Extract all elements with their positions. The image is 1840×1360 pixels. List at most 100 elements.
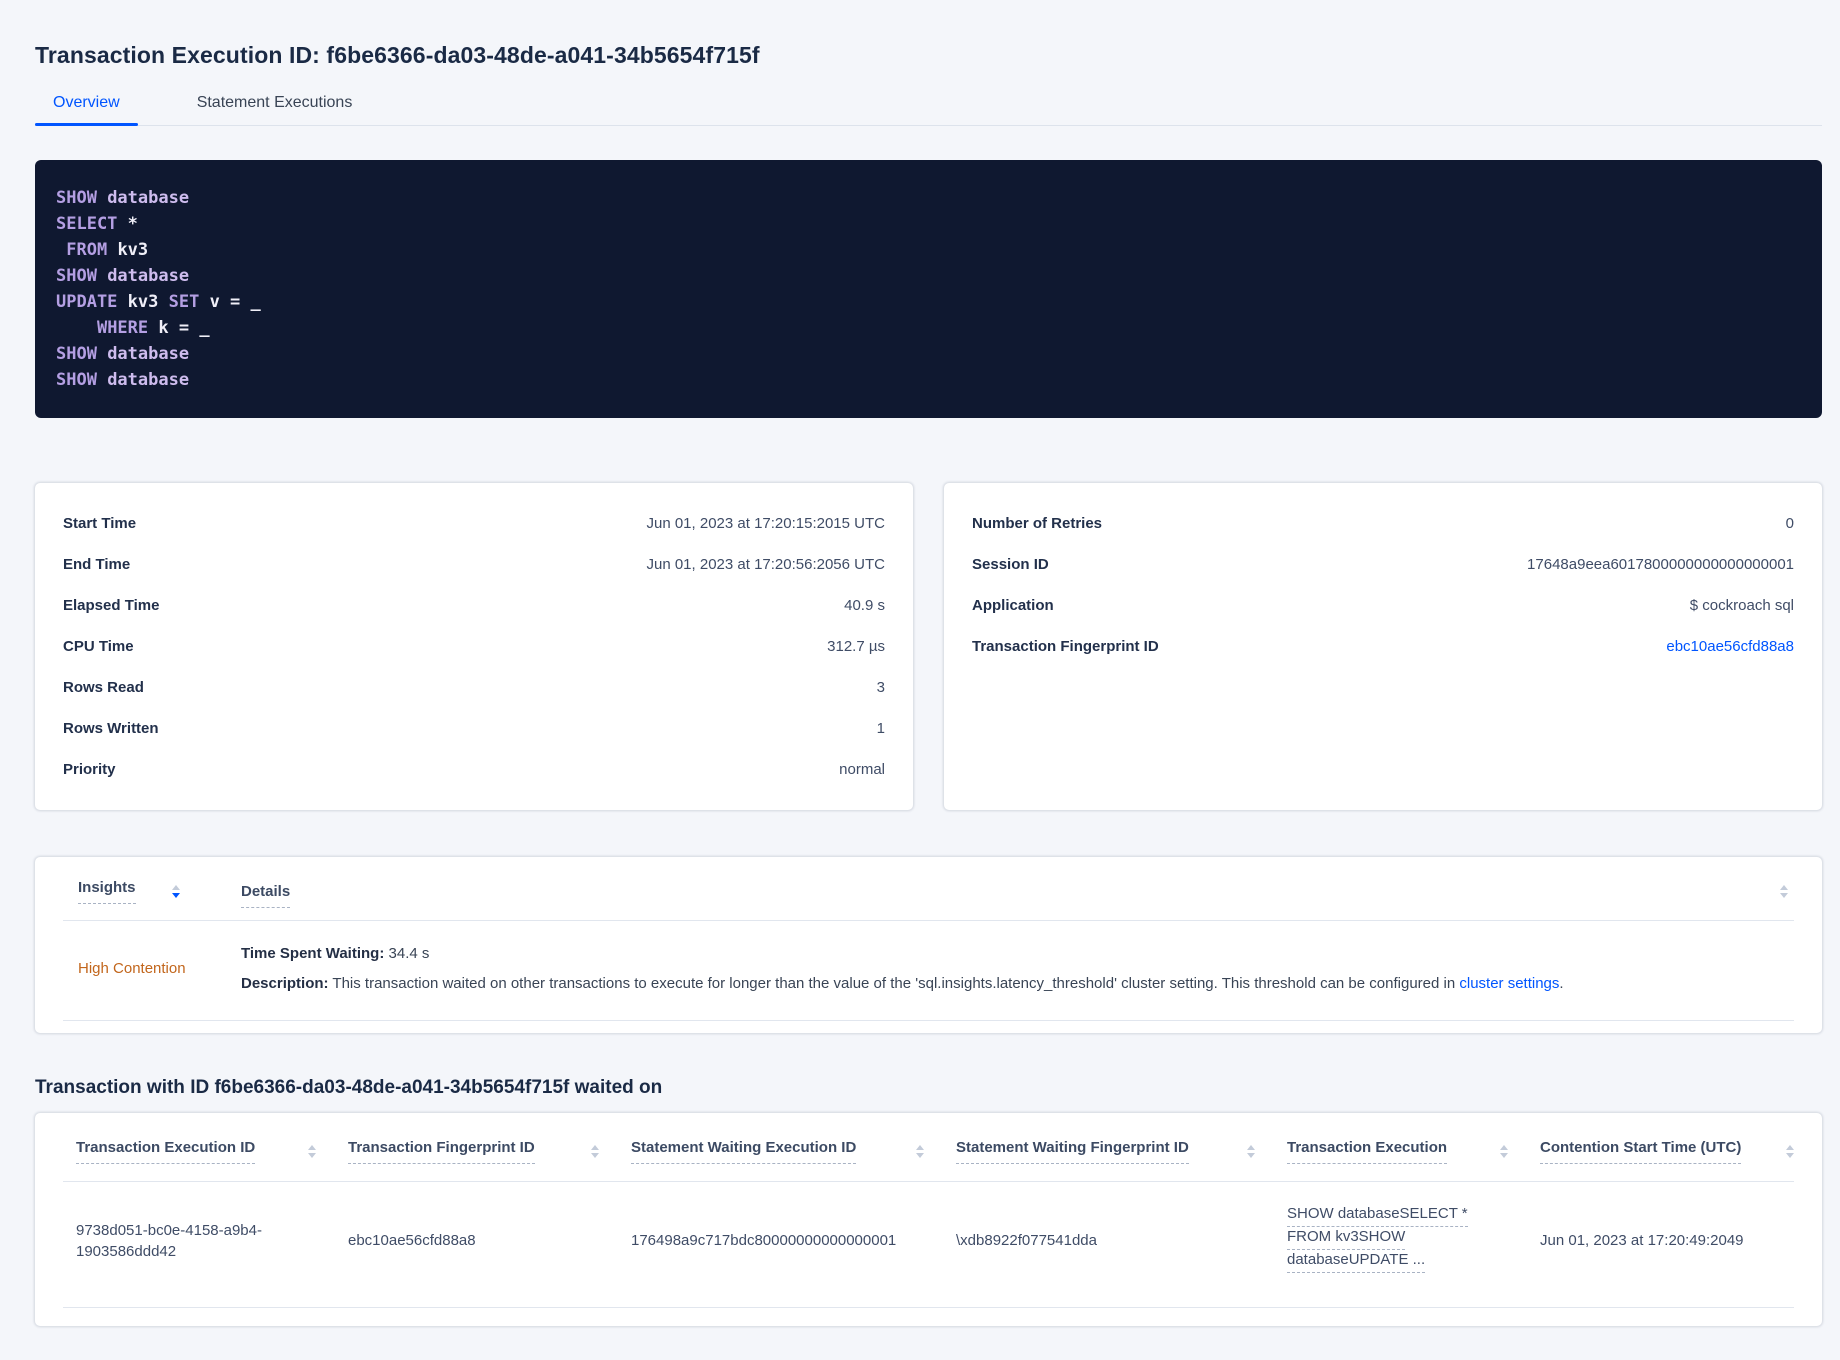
cell-contention-start-time: Jun 01, 2023 at 17:20:49:2049 bbox=[1540, 1232, 1744, 1249]
row-label: Number of Retries bbox=[972, 515, 1103, 532]
cell-transaction-execution: SHOW databaseSELECT * FROM kv3SHOW datab… bbox=[1287, 1206, 1540, 1275]
cell-stmt-waiting-execution-id: 176498a9c717bdc80000000000000001 bbox=[631, 1232, 897, 1249]
sort-icon[interactable] bbox=[1500, 1145, 1508, 1158]
sql-line: FROM kv3 bbox=[66, 240, 149, 260]
insights-table-header: Insights Details bbox=[63, 857, 1794, 921]
row-value: 312.7 µs bbox=[827, 638, 885, 655]
row-value: normal bbox=[839, 761, 885, 778]
cluster-settings-link[interactable]: cluster settings bbox=[1459, 975, 1559, 992]
column-header-txn-execution-id: Transaction Execution ID bbox=[63, 1139, 348, 1164]
column-header-txn-fingerprint-id: Transaction Fingerprint ID bbox=[348, 1139, 631, 1164]
summary-row-start-time: Start Time Jun 01, 2023 at 17:20:15:2015… bbox=[63, 503, 885, 544]
insight-type-badge: High Contention bbox=[78, 960, 186, 977]
column-header-stmt-waiting-execution-id: Statement Waiting Execution ID bbox=[631, 1139, 956, 1164]
waiting-label: Time Spent Waiting: bbox=[241, 945, 385, 962]
sort-icon[interactable] bbox=[171, 885, 180, 898]
sql-line: SHOW database bbox=[56, 188, 190, 208]
sort-icon[interactable] bbox=[1786, 1145, 1794, 1158]
insights-column-label[interactable]: Insights bbox=[78, 879, 136, 904]
column-label[interactable]: Contention Start Time (UTC) bbox=[1540, 1139, 1742, 1164]
insight-row: High Contention Time Spent Waiting: 34.4… bbox=[63, 921, 1794, 1021]
insight-details: Time Spent Waiting: 34.4 s Description: … bbox=[241, 943, 1794, 994]
description-label: Description: bbox=[241, 975, 329, 992]
sql-line: SHOW database bbox=[56, 370, 190, 390]
header-sort-area bbox=[1742, 885, 1794, 898]
transaction-execution-link[interactable]: SHOW databaseSELECT * bbox=[1287, 1206, 1468, 1227]
transaction-execution-link[interactable]: FROM kv3SHOW bbox=[1287, 1229, 1406, 1250]
waited-table-row: 9738d051-bc0e-4158-a9b4-1903586ddd42 ebc… bbox=[63, 1182, 1794, 1308]
waited-on-heading: Transaction with ID f6be6366-da03-48de-a… bbox=[35, 1077, 663, 1098]
row-label: Application bbox=[972, 597, 1054, 614]
waited-table-header: Transaction Execution ID Transaction Fin… bbox=[63, 1113, 1794, 1182]
txn-execution-id-value: 9738d051-bc0e-4158-a9b4-1903586ddd42 bbox=[76, 1221, 262, 1260]
sort-icon[interactable] bbox=[1780, 885, 1788, 898]
summary-row-txn-fingerprint: Transaction Fingerprint ID ebc10ae56cfd8… bbox=[972, 626, 1794, 667]
tab-overview[interactable]: Overview bbox=[35, 88, 138, 126]
column-header-transaction-execution: Transaction Execution bbox=[1287, 1139, 1540, 1164]
cell-txn-fingerprint-id: ebc10ae56cfd88a8 bbox=[348, 1232, 476, 1249]
waiting-value: 34.4 s bbox=[384, 945, 430, 962]
sql-line: SELECT * bbox=[56, 214, 138, 234]
sql-line: SHOW database bbox=[56, 266, 190, 286]
page-title: Transaction Execution ID: f6be6366-da03-… bbox=[35, 42, 760, 68]
summary-row-application: Application $ cockroach sql bbox=[972, 585, 1794, 626]
row-value: 3 bbox=[876, 679, 885, 696]
insights-table: Insights Details High Contention Time Sp… bbox=[35, 857, 1822, 1033]
sql-line: UPDATE kv3 SET v = _ bbox=[56, 292, 261, 312]
column-label[interactable]: Transaction Fingerprint ID bbox=[348, 1139, 535, 1164]
column-header-contention-start-time: Contention Start Time (UTC) bbox=[1540, 1139, 1794, 1164]
summary-row-rows-read: Rows Read 3 bbox=[63, 667, 885, 708]
insights-column-header: Insights bbox=[63, 879, 241, 904]
column-label[interactable]: Statement Waiting Fingerprint ID bbox=[956, 1139, 1189, 1164]
row-label: Start Time bbox=[63, 515, 137, 532]
row-label: Session ID bbox=[972, 556, 1049, 573]
time-spent-waiting: Time Spent Waiting: 34.4 s bbox=[241, 943, 1794, 964]
summary-row-retries: Number of Retries 0 bbox=[972, 503, 1794, 544]
row-label: Elapsed Time bbox=[63, 597, 160, 614]
waited-on-table: Transaction Execution ID Transaction Fin… bbox=[35, 1113, 1822, 1326]
row-label: CPU Time bbox=[63, 638, 134, 655]
row-value: Jun 01, 2023 at 17:20:56:2056 UTC bbox=[646, 556, 885, 573]
summary-row-rows-written: Rows Written 1 bbox=[63, 708, 885, 749]
details-column-header: Details bbox=[241, 882, 1742, 908]
row-label: Rows Read bbox=[63, 679, 144, 696]
sql-statement-box: SHOW database SELECT * FROM kv3 SHOW dat… bbox=[35, 160, 1822, 418]
details-column-label[interactable]: Details bbox=[241, 882, 291, 908]
transaction-fingerprint-link[interactable]: ebc10ae56cfd88a8 bbox=[1666, 638, 1794, 655]
summary-card-timing: Start Time Jun 01, 2023 at 17:20:15:2015… bbox=[35, 483, 913, 810]
transaction-execution-link[interactable]: databaseUPDATE ... bbox=[1287, 1252, 1426, 1273]
summary-row-priority: Priority normal bbox=[63, 749, 885, 790]
summary-row-session-id: Session ID 17648a9eea6017800000000000000… bbox=[972, 544, 1794, 585]
row-value: $ cockroach sql bbox=[1689, 597, 1794, 614]
description-period: . bbox=[1559, 975, 1564, 992]
row-value: 1 bbox=[876, 720, 885, 737]
summary-cards: Start Time Jun 01, 2023 at 17:20:15:2015… bbox=[35, 483, 1822, 810]
summary-row-elapsed-time: Elapsed Time 40.9 s bbox=[63, 585, 885, 626]
column-label[interactable]: Statement Waiting Execution ID bbox=[631, 1139, 857, 1164]
row-value: 0 bbox=[1785, 515, 1794, 532]
row-label: Transaction Fingerprint ID bbox=[972, 638, 1159, 655]
row-value: 40.9 s bbox=[844, 597, 885, 614]
sort-icon[interactable] bbox=[308, 1145, 316, 1158]
row-value: Jun 01, 2023 at 17:20:15:2015 UTC bbox=[646, 515, 885, 532]
row-label: Priority bbox=[63, 761, 116, 778]
row-label: End Time bbox=[63, 556, 131, 573]
column-header-stmt-waiting-fingerprint-id: Statement Waiting Fingerprint ID bbox=[956, 1139, 1287, 1164]
column-label[interactable]: Transaction Execution ID bbox=[76, 1139, 256, 1164]
description-text: This transaction waited on other transac… bbox=[328, 975, 1460, 992]
summary-card-session: Number of Retries 0 Session ID 17648a9ee… bbox=[944, 483, 1822, 810]
cell-txn-execution-id: 9738d051-bc0e-4158-a9b4-1903586ddd42 bbox=[63, 1220, 348, 1262]
summary-row-end-time: End Time Jun 01, 2023 at 17:20:56:2056 U… bbox=[63, 544, 885, 585]
sort-icon[interactable] bbox=[916, 1145, 924, 1158]
cell-stmt-waiting-fingerprint-id: \xdb8922f077541dda bbox=[956, 1232, 1097, 1249]
row-value: 17648a9eea6017800000000000000001 bbox=[1527, 556, 1794, 573]
sort-icon[interactable] bbox=[1247, 1145, 1255, 1158]
sql-line: WHERE k = _ bbox=[96, 318, 210, 338]
insight-description: Description: This transaction waited on … bbox=[241, 973, 1794, 994]
sql-line: SHOW database bbox=[56, 344, 190, 364]
sort-icon[interactable] bbox=[591, 1145, 599, 1158]
row-label: Rows Written bbox=[63, 720, 159, 737]
tab-statement-executions[interactable]: Statement Executions bbox=[179, 88, 371, 125]
summary-row-cpu-time: CPU Time 312.7 µs bbox=[63, 626, 885, 667]
column-label[interactable]: Transaction Execution bbox=[1287, 1139, 1448, 1164]
